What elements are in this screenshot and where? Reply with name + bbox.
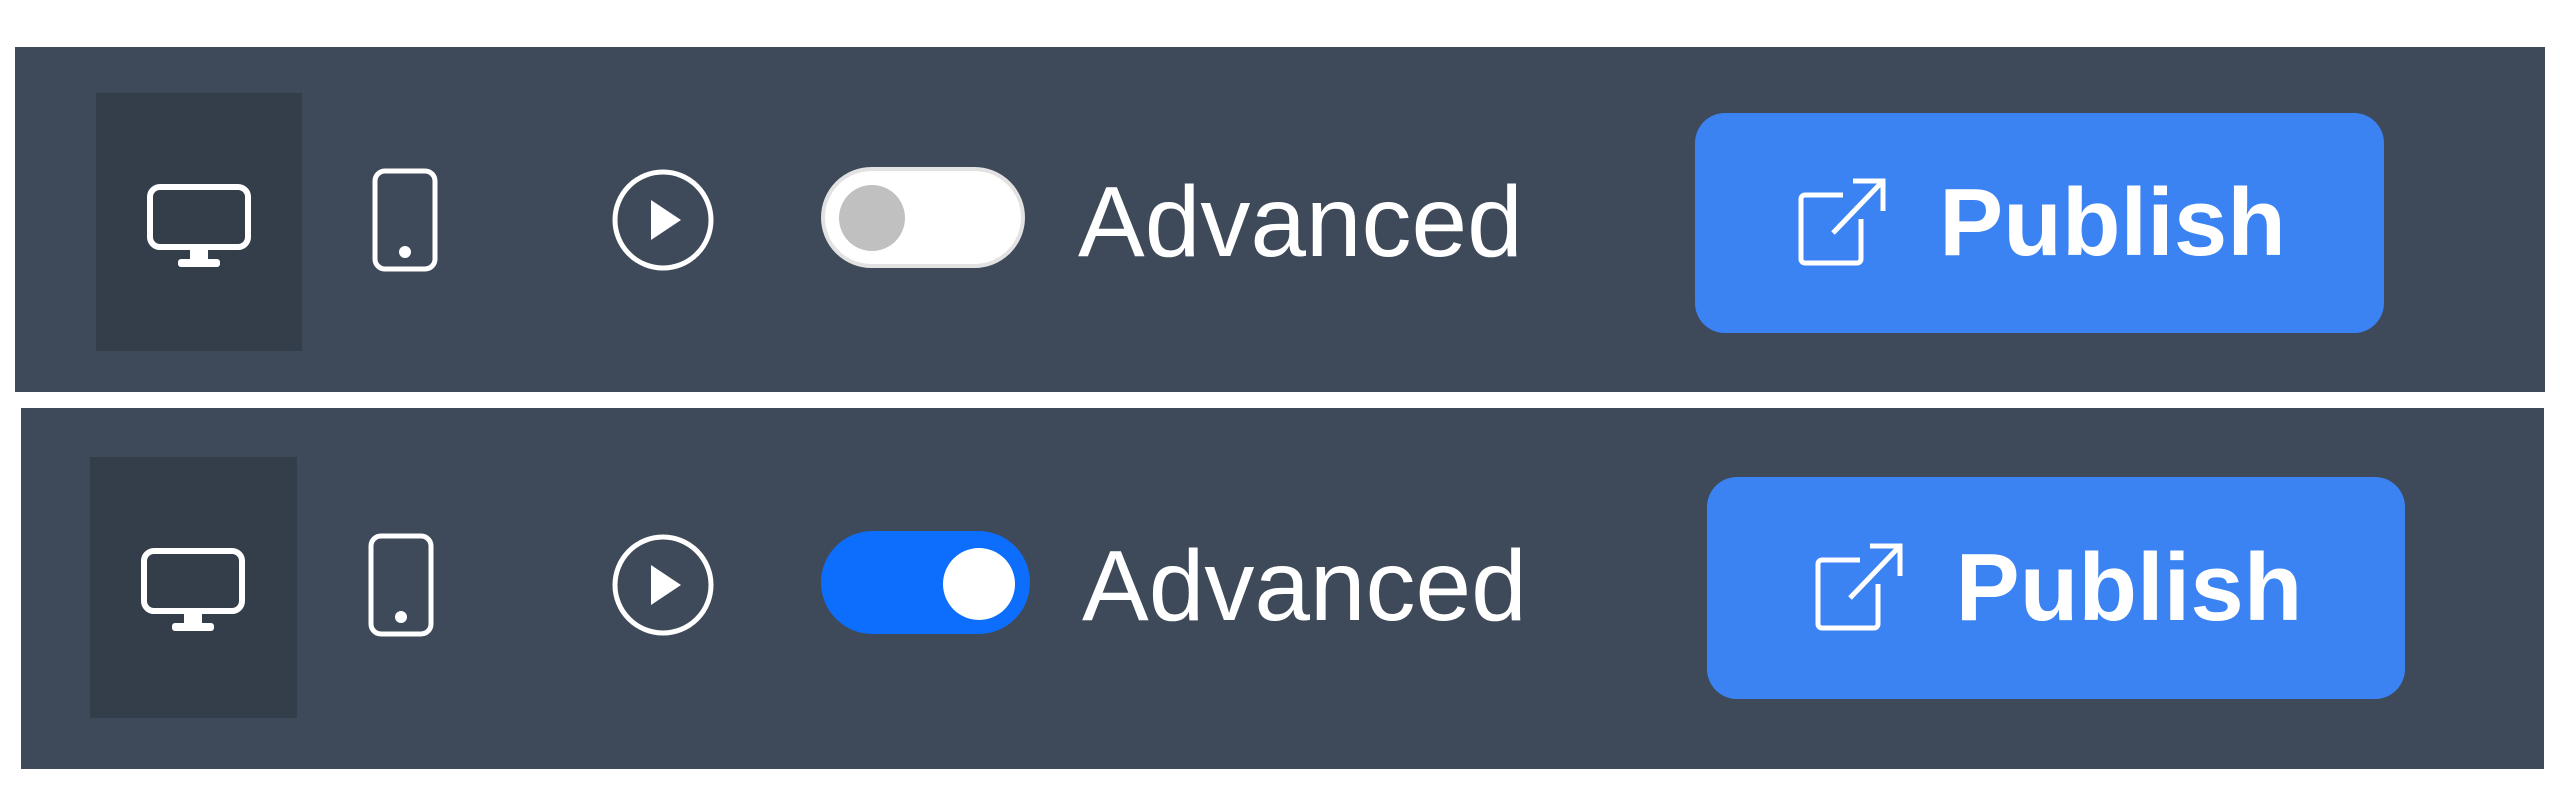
- preview-play-button[interactable]: [611, 533, 715, 637]
- mobile-view-button[interactable]: [368, 533, 434, 637]
- external-link-icon: [1815, 543, 1903, 631]
- publish-button[interactable]: Publish: [1707, 477, 2405, 699]
- advanced-toggle[interactable]: [821, 531, 1030, 634]
- desktop-view-button[interactable]: [90, 457, 297, 718]
- publish-button[interactable]: Publish: [1695, 113, 2384, 333]
- advanced-label: Advanced: [1078, 166, 1523, 278]
- advanced-label: Advanced: [1082, 530, 1527, 642]
- advanced-toggle[interactable]: [821, 167, 1025, 268]
- monitor-icon: [141, 548, 245, 631]
- external-link-icon: [1798, 178, 1886, 266]
- mobile-view-button[interactable]: [372, 168, 438, 272]
- publish-label: Publish: [1939, 169, 2286, 276]
- desktop-view-button[interactable]: [96, 93, 302, 351]
- preview-play-button[interactable]: [611, 168, 715, 272]
- toggle-knob: [839, 185, 905, 251]
- publish-label: Publish: [1955, 534, 2303, 641]
- monitor-icon: [147, 184, 251, 267]
- toggle-knob: [943, 548, 1015, 620]
